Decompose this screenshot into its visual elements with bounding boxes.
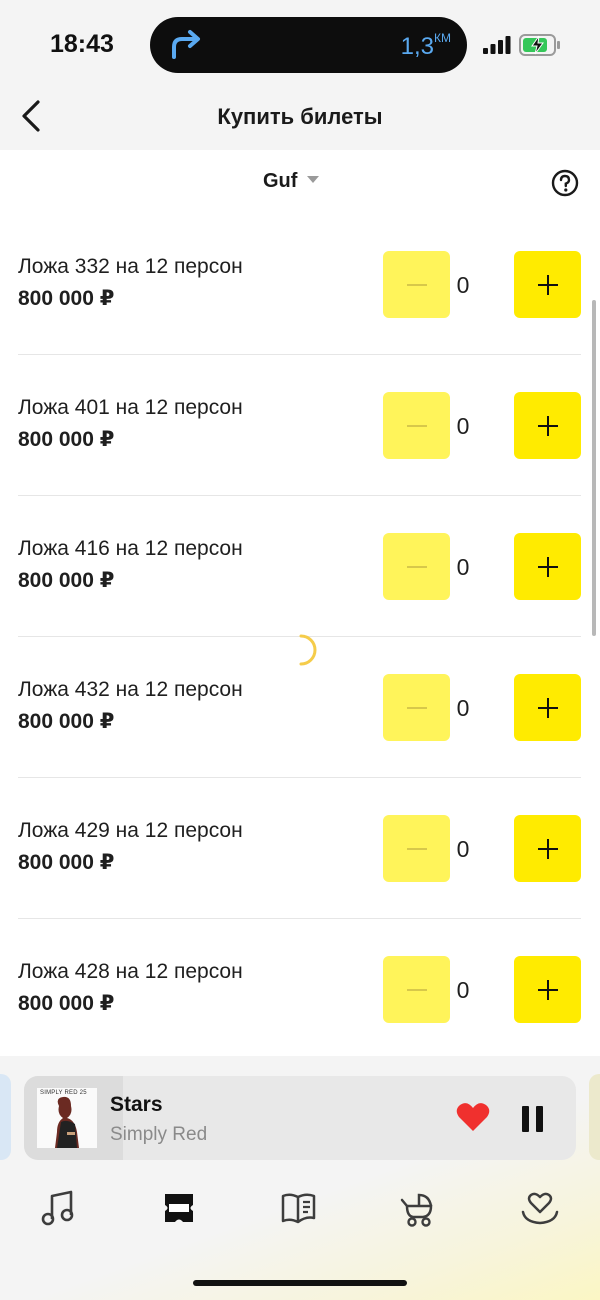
- minus-icon: [406, 424, 427, 427]
- music-note-icon[interactable]: [39, 1188, 79, 1228]
- decrease-button[interactable]: [383, 674, 450, 741]
- increase-button[interactable]: [514, 251, 581, 318]
- plus-icon: [537, 979, 558, 1000]
- prev-card-edge[interactable]: [0, 1074, 11, 1160]
- dynamic-island[interactable]: 1,3КМ: [150, 17, 467, 73]
- status-bar: 18:43 1,3КМ: [0, 0, 600, 90]
- ticket-row: Ложа 428 на 12 персон 800 000 ₽ 0: [18, 919, 581, 1059]
- event-select[interactable]: Guf: [263, 170, 320, 193]
- increase-button[interactable]: [514, 815, 581, 882]
- ticket-price: 800 000 ₽: [18, 287, 115, 310]
- home-indicator[interactable]: [193, 1280, 407, 1286]
- ticket-row: Ложа 429 на 12 персон 800 000 ₽ 0: [18, 778, 581, 919]
- minus-icon: [406, 847, 427, 850]
- decrease-button[interactable]: [383, 956, 450, 1023]
- minus-icon: [406, 283, 427, 286]
- ticket-row: Ложа 401 на 12 персон 800 000 ₽ 0: [18, 355, 581, 496]
- ticket-quantity: 0: [456, 977, 470, 1003]
- stroller-icon[interactable]: [399, 1188, 439, 1228]
- track-artist: Simply Red: [110, 1124, 208, 1145]
- ticket-name: Ложа 401 на 12 персон: [18, 396, 243, 419]
- signal-icon: [483, 36, 511, 54]
- ticket-quantity: 0: [456, 272, 470, 298]
- ticket-quantity: 0: [456, 413, 470, 439]
- plus-icon: [537, 838, 558, 859]
- ticket-quantity: 0: [456, 836, 470, 862]
- decrease-button[interactable]: [383, 815, 450, 882]
- ticket-price: 800 000 ₽: [18, 569, 115, 592]
- ticket-row: Ложа 332 на 12 персон 800 000 ₽ 0: [18, 214, 581, 355]
- next-card-edge[interactable]: [589, 1074, 600, 1160]
- ticket-price: 800 000 ₽: [18, 710, 115, 733]
- ticket-name: Ложа 428 на 12 персон: [18, 960, 243, 983]
- event-filter-row: Guf: [0, 150, 600, 220]
- scrollbar[interactable]: [592, 300, 596, 636]
- minus-icon: [406, 988, 427, 991]
- ticket-quantity: 0: [456, 695, 470, 721]
- ticket-name: Ложа 432 на 12 персон: [18, 678, 243, 701]
- event-select-label: Guf: [263, 170, 298, 192]
- plus-icon: [537, 274, 558, 295]
- caret-down-icon: [307, 176, 320, 183]
- navigation-distance: 1,3КМ: [401, 31, 451, 61]
- ticket-name: Ложа 429 на 12 персон: [18, 819, 243, 842]
- plus-icon: [537, 415, 558, 436]
- decrease-button[interactable]: [383, 392, 450, 459]
- decrease-button[interactable]: [383, 533, 450, 600]
- pause-icon[interactable]: [522, 1106, 544, 1132]
- album-cover-figure: [55, 1096, 79, 1148]
- increase-button[interactable]: [514, 956, 581, 1023]
- heart-hand-icon[interactable]: [520, 1188, 560, 1228]
- ticket-icon[interactable]: [159, 1188, 199, 1228]
- album-cover: SIMPLY RED 25: [37, 1088, 97, 1148]
- ticket-name: Ложа 332 на 12 персон: [18, 255, 243, 278]
- decrease-button[interactable]: [383, 251, 450, 318]
- book-icon[interactable]: [279, 1188, 319, 1228]
- header-bar: Купить билеты: [0, 90, 600, 150]
- plus-icon: [537, 697, 558, 718]
- battery-charging-icon: [519, 34, 560, 56]
- increase-button[interactable]: [514, 533, 581, 600]
- status-time: 18:43: [50, 30, 114, 58]
- page-title: Купить билеты: [217, 104, 383, 129]
- ticket-row: Ложа 416 на 12 персон 800 000 ₽ 0: [18, 496, 581, 637]
- track-title: Stars: [110, 1093, 163, 1116]
- ticket-price: 800 000 ₽: [18, 428, 115, 451]
- minus-icon: [406, 706, 427, 709]
- ticket-price: 800 000 ₽: [18, 992, 115, 1015]
- question-circle-icon[interactable]: [551, 169, 579, 197]
- plus-icon: [537, 556, 558, 577]
- distance-value: 1,3: [400, 33, 434, 60]
- ticket-name: Ложа 416 на 12 персон: [18, 537, 243, 560]
- distance-unit: КМ: [434, 31, 451, 45]
- ticket-quantity: 0: [456, 554, 470, 580]
- heart-icon[interactable]: [456, 1102, 490, 1132]
- loading-spinner-icon: [299, 634, 317, 666]
- increase-button[interactable]: [514, 392, 581, 459]
- mini-player[interactable]: SIMPLY RED 25 Stars Simply Red: [24, 1076, 576, 1160]
- turn-right-arrow-icon: [172, 30, 200, 59]
- ticket-price: 800 000 ₽: [18, 851, 115, 874]
- minus-icon: [406, 565, 427, 568]
- increase-button[interactable]: [514, 674, 581, 741]
